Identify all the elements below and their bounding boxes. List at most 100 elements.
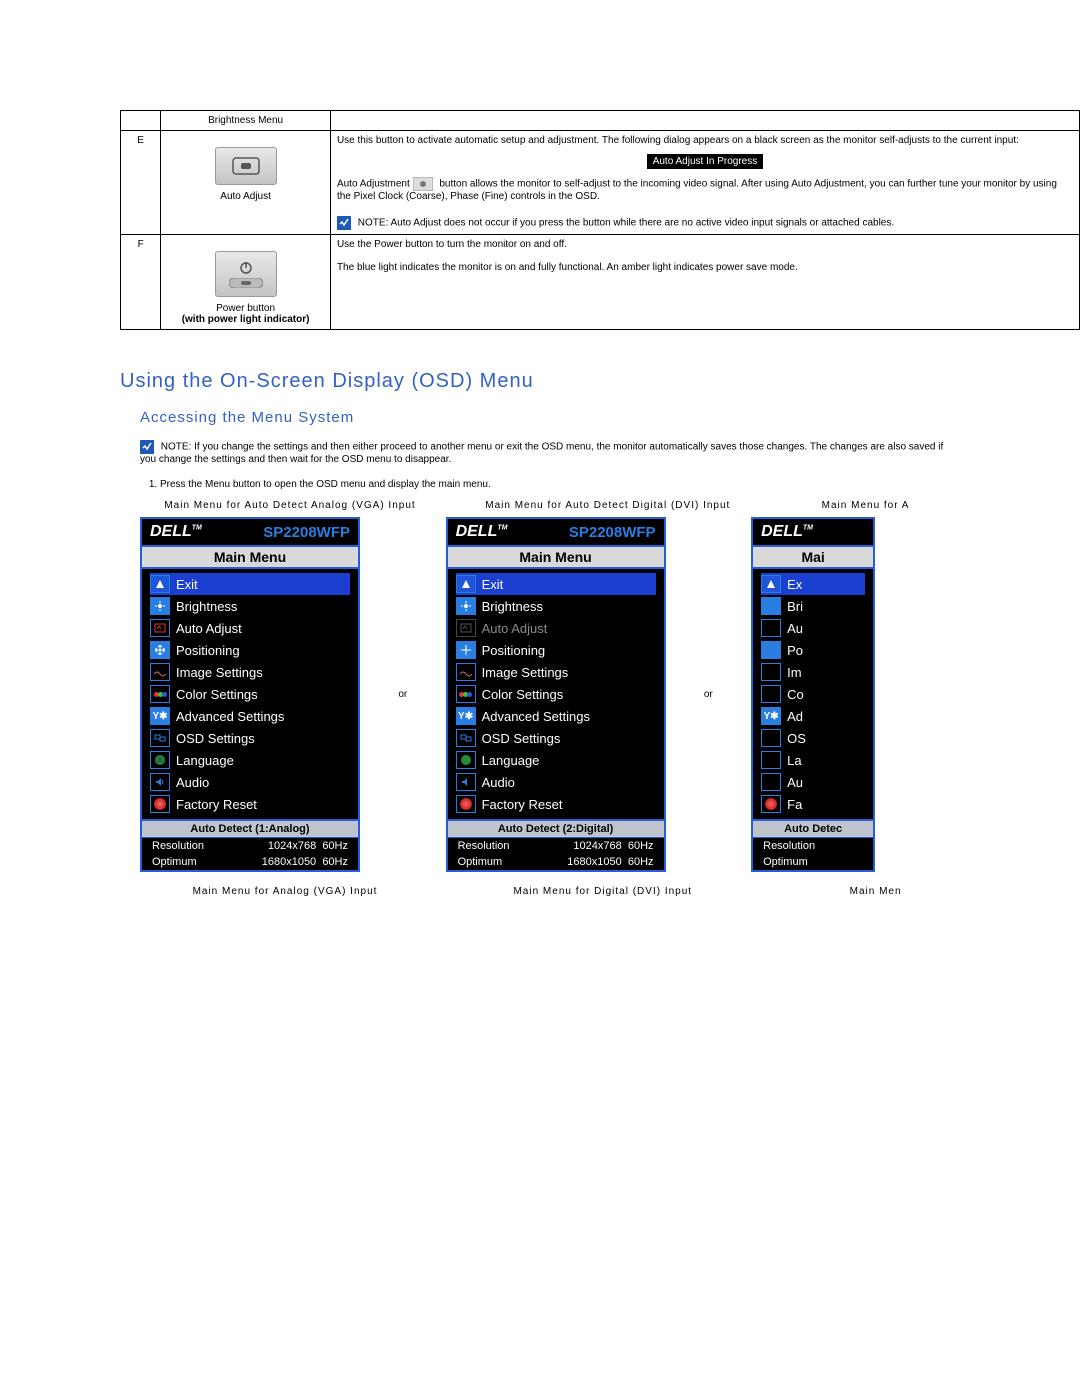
power-light-label: (with power light indicator): [182, 314, 310, 325]
osd-menu-cutoff: DELLTM Mai Ex Bri Au Po Im Co Y✱Ad OS La…: [751, 517, 875, 872]
audio-icon: [456, 773, 476, 791]
osd-title: Main Menu: [448, 545, 664, 569]
dell-logo: DELLTM: [456, 523, 508, 541]
caption-top-2: Main Menu for Auto Detect Digital (DVI) …: [453, 500, 763, 511]
menu-item-audio[interactable]: Audio: [150, 771, 350, 793]
image-settings-icon: [761, 663, 781, 681]
controls-table: Brightness Menu E Auto Adjust Use this b…: [120, 110, 1080, 330]
steps-list: Press the Menu button to open the OSD me…: [160, 479, 1080, 490]
menu-item-factory-reset[interactable]: Fa: [761, 793, 865, 815]
language-icon: [761, 751, 781, 769]
osd-optimum-row: Optimum1680x1050 60Hz: [448, 854, 664, 870]
menu-item-color-settings[interactable]: Color Settings: [456, 683, 656, 705]
menu-item-exit[interactable]: Exit: [150, 573, 350, 595]
caption-top-3: Main Menu for A: [776, 500, 956, 511]
menu-item-language[interactable]: Language: [456, 749, 656, 771]
menu-item-factory-reset[interactable]: Factory Reset: [150, 793, 350, 815]
menu-item-factory-reset[interactable]: Factory Reset: [456, 793, 656, 815]
menu-item-auto-adjust: Auto Adjust: [456, 617, 656, 639]
dell-logo: DELLTM: [761, 523, 813, 541]
audio-icon: [150, 773, 170, 791]
caption-top-1: Main Menu for Auto Detect Analog (VGA) I…: [140, 500, 440, 511]
osd-settings-icon: [150, 729, 170, 747]
menu-item-exit[interactable]: Exit: [456, 573, 656, 595]
audio-icon: [761, 773, 781, 791]
menu-item-color-settings[interactable]: Co: [761, 683, 865, 705]
menu-item-image-settings[interactable]: Image Settings: [456, 661, 656, 683]
section-heading-osd: Using the On-Screen Display (OSD) Menu: [120, 370, 1080, 393]
caption-bottom-1: Main Menu for Analog (VGA) Input: [140, 886, 430, 897]
menu-item-auto-adjust[interactable]: Auto Adjust: [150, 617, 350, 639]
positioning-icon: [761, 641, 781, 659]
factory-reset-icon: [456, 795, 476, 813]
step-1: Press the Menu button to open the OSD me…: [160, 479, 1080, 490]
color-settings-icon: [456, 685, 476, 703]
row-letter-f: F: [121, 235, 161, 330]
auto-adjust-icon: [456, 619, 476, 637]
osd-status: Auto Detect (2:Digital): [448, 819, 664, 838]
osd-settings-icon: [761, 729, 781, 747]
menu-item-advanced-settings[interactable]: Y✱Advanced Settings: [456, 705, 656, 727]
osd-note: NOTE: If you change the settings and the…: [140, 440, 960, 465]
auto-adjust-inline-icon: [413, 177, 433, 191]
model-label: SP2208WFP: [569, 524, 656, 541]
menu-item-audio[interactable]: Audio: [456, 771, 656, 793]
power-desc-2: The blue light indicates the monitor is …: [337, 262, 1073, 273]
factory-reset-icon: [150, 795, 170, 813]
caption-bottom-2: Main Menu for Digital (DVI) Input: [453, 886, 753, 897]
menu-item-osd-settings[interactable]: OSD Settings: [150, 727, 350, 749]
auto-adjust-progress-chip: Auto Adjust In Progress: [647, 154, 764, 169]
color-settings-icon: [150, 685, 170, 703]
osd-optimum-row: Optimum1680x1050 60Hz: [142, 854, 358, 870]
osd-resolution-row: Resolution1024x768 60Hz: [142, 838, 358, 854]
menu-item-positioning[interactable]: Po: [761, 639, 865, 661]
power-button-label: Power button: [167, 303, 324, 314]
menu-item-audio[interactable]: Au: [761, 771, 865, 793]
menu-item-positioning[interactable]: Positioning: [456, 639, 656, 661]
osd-menu-analog: DELLTMSP2208WFP Main Menu Exit Brightnes…: [140, 517, 360, 872]
menu-item-auto-adjust[interactable]: Au: [761, 617, 865, 639]
image-settings-icon: [150, 663, 170, 681]
or-separator: or: [668, 689, 748, 700]
auto-adjust-desc-2: Auto Adjustment button allows the monito…: [337, 177, 1073, 202]
menu-item-image-settings[interactable]: Image Settings: [150, 661, 350, 683]
language-icon: [456, 751, 476, 769]
brightness-menu-label: Brightness Menu: [208, 115, 283, 126]
exit-icon: [761, 575, 781, 593]
model-label: SP2208WFP: [263, 524, 350, 541]
menu-item-image-settings[interactable]: Im: [761, 661, 865, 683]
menu-item-brightness[interactable]: Brightness: [456, 595, 656, 617]
menu-item-osd-settings[interactable]: OS: [761, 727, 865, 749]
language-icon: [150, 751, 170, 769]
exit-icon: [150, 575, 170, 593]
osd-optimum-row: Optimum: [753, 854, 873, 870]
menu-item-positioning[interactable]: Positioning: [150, 639, 350, 661]
row-letter-e: E: [121, 131, 161, 235]
menu-item-osd-settings[interactable]: OSD Settings: [456, 727, 656, 749]
or-separator: or: [363, 689, 443, 700]
menu-item-advanced-settings[interactable]: Y✱Ad: [761, 705, 865, 727]
caption-bottom-3: Main Men: [786, 886, 966, 897]
menu-item-exit[interactable]: Ex: [761, 573, 865, 595]
menu-item-brightness[interactable]: Brightness: [150, 595, 350, 617]
auto-adjust-note: NOTE: Auto Adjust does not occur if you …: [337, 216, 1073, 230]
auto-adjust-desc-1: Use this button to activate automatic se…: [337, 135, 1073, 146]
auto-adjust-button-graphic: [215, 147, 277, 185]
osd-settings-icon: [456, 729, 476, 747]
positioning-icon: [456, 641, 476, 659]
auto-adjust-icon: [761, 619, 781, 637]
osd-status: Auto Detec: [753, 819, 873, 838]
note-icon: [140, 440, 154, 454]
menu-item-language[interactable]: Language: [150, 749, 350, 771]
menu-item-advanced-settings[interactable]: Y✱Advanced Settings: [150, 705, 350, 727]
menu-item-color-settings[interactable]: Color Settings: [150, 683, 350, 705]
color-settings-icon: [761, 685, 781, 703]
positioning-icon: [150, 641, 170, 659]
menu-item-language[interactable]: La: [761, 749, 865, 771]
auto-adjust-label: Auto Adjust: [220, 191, 271, 202]
advanced-settings-icon: Y✱: [150, 707, 170, 725]
osd-status: Auto Detect (1:Analog): [142, 819, 358, 838]
menu-item-brightness[interactable]: Bri: [761, 595, 865, 617]
auto-adjust-icon: [150, 619, 170, 637]
osd-resolution-row: Resolution1024x768 60Hz: [448, 838, 664, 854]
